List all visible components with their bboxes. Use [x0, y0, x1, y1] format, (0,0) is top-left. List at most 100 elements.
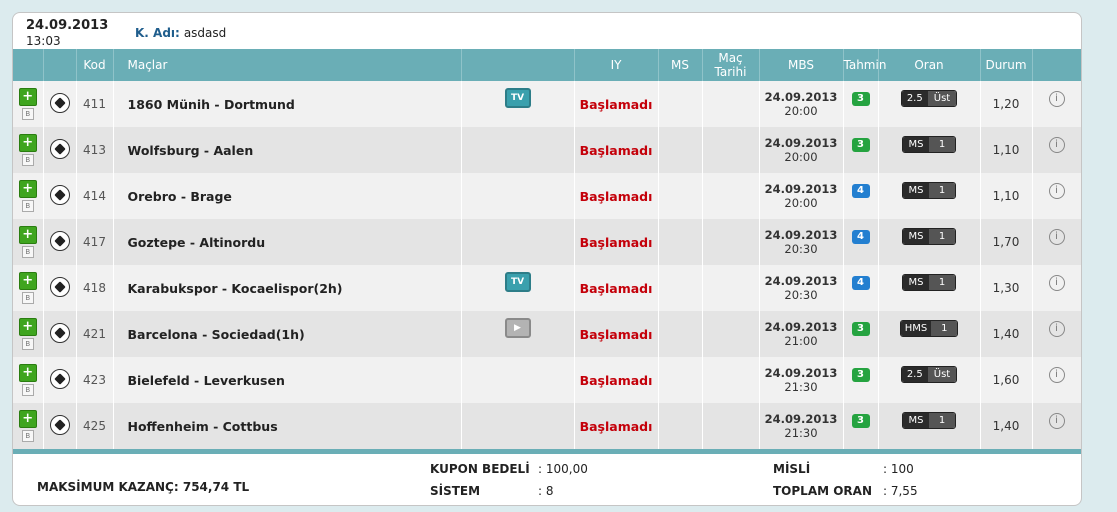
ms-cell: [702, 403, 760, 449]
coupon-panel: 24.09.2013 13:03 K. Adı: asdasd Kod Maçla…: [12, 12, 1082, 506]
col-add: [13, 49, 44, 81]
soccer-ball-icon: [49, 92, 70, 113]
plus-icon[interactable]: +: [18, 88, 37, 106]
prediction-badge: MS 1: [902, 135, 956, 153]
match-time: 21:30: [784, 380, 818, 394]
add-cell: + B: [13, 357, 44, 403]
b-icon[interactable]: B: [21, 154, 34, 166]
info-icon[interactable]: i: [1048, 136, 1065, 153]
b-icon[interactable]: B: [21, 384, 34, 396]
tv-icon[interactable]: TV: [504, 272, 531, 292]
plus-icon[interactable]: +: [18, 134, 37, 152]
table-row: + B 418 Karabukspor - Kocaelispor(2h) TV…: [13, 265, 1081, 311]
mbs-badge: 3: [851, 414, 870, 428]
prediction-cell: MS 1: [878, 173, 981, 219]
plus-icon[interactable]: +: [18, 226, 37, 244]
user-name: asdasd: [183, 26, 227, 40]
prediction-type: HMS: [900, 320, 932, 336]
add-cell: + B: [13, 265, 44, 311]
b-icon[interactable]: B: [21, 430, 34, 442]
match-datetime: 24.09.2013 20:30: [759, 219, 844, 265]
match-time: 20:30: [784, 288, 818, 302]
soccer-ball-icon: [49, 276, 70, 297]
col-ms[interactable]: MS: [658, 49, 703, 81]
ms-cell: [702, 265, 760, 311]
col-oran[interactable]: Oran: [878, 49, 981, 81]
durum-cell: i: [1032, 219, 1081, 265]
prediction-type: MS: [903, 412, 929, 428]
match-status: Başlamadı: [574, 173, 659, 219]
col-iy[interactable]: IY: [574, 49, 659, 81]
col-kod[interactable]: Kod: [76, 49, 114, 81]
b-icon[interactable]: B: [21, 108, 34, 120]
plus-icon[interactable]: +: [18, 410, 37, 428]
match-date: 24.09.2013: [764, 274, 838, 288]
match-name[interactable]: Hoffenheim - Cottbus: [113, 403, 462, 449]
match-datetime: 24.09.2013 21:30: [759, 403, 844, 449]
prediction-badge: 2.5 Üst: [900, 365, 958, 383]
match-date: 24.09.2013: [764, 366, 838, 380]
b-icon[interactable]: B: [21, 200, 34, 212]
durum-cell: i: [1032, 311, 1081, 357]
prediction-cell: HMS 1: [878, 311, 981, 357]
col-tahmin[interactable]: Tahmin: [843, 49, 886, 81]
b-icon[interactable]: B: [21, 338, 34, 350]
tv-cell: TV: [461, 81, 575, 127]
b-icon[interactable]: B: [21, 292, 34, 304]
info-icon[interactable]: i: [1048, 412, 1065, 429]
tv-icon[interactable]: ▶: [504, 318, 531, 338]
mbs-cell: 3: [843, 357, 879, 403]
match-name[interactable]: Wolfsburg - Aalen: [113, 127, 462, 173]
match-date: 24.09.2013: [764, 320, 838, 334]
prediction-badge: MS 1: [902, 411, 956, 429]
info-icon[interactable]: i: [1048, 90, 1065, 107]
mbs-cell: 3: [843, 81, 879, 127]
plus-icon[interactable]: +: [18, 272, 37, 290]
prediction-badge: MS 1: [902, 181, 956, 199]
tv-cell: [461, 403, 575, 449]
b-icon[interactable]: B: [21, 246, 34, 258]
durum-cell: i: [1032, 403, 1081, 449]
prediction-value: 1: [929, 136, 955, 152]
mbs-cell: 4: [843, 265, 879, 311]
info-icon[interactable]: i: [1048, 182, 1065, 199]
tv-cell: [461, 127, 575, 173]
add-cell: + B: [13, 219, 44, 265]
match-time: 20:00: [784, 104, 818, 118]
col-tarih[interactable]: Maç Tarihi: [702, 49, 760, 81]
match-date: 24.09.2013: [764, 182, 838, 196]
prediction-value: 1: [929, 274, 955, 290]
plus-icon[interactable]: +: [18, 318, 37, 336]
add-cell: + B: [13, 403, 44, 449]
info-icon[interactable]: i: [1048, 274, 1065, 291]
match-time: 20:30: [784, 242, 818, 256]
coupon-date: 24.09.2013: [26, 18, 109, 33]
col-mbs[interactable]: MBS: [759, 49, 844, 81]
match-date: 24.09.2013: [764, 412, 838, 426]
plus-icon[interactable]: +: [18, 364, 37, 382]
plus-icon[interactable]: +: [18, 180, 37, 198]
match-name[interactable]: Orebro - Brage: [113, 173, 462, 219]
match-name[interactable]: Goztepe - Altinordu: [113, 219, 462, 265]
matches-table: Kod Maçlar IY MS Maç Tarihi MBS Tahmin O…: [13, 49, 1081, 449]
info-icon[interactable]: i: [1048, 320, 1065, 337]
col-maclar[interactable]: Maçlar: [113, 49, 462, 81]
match-status: Başlamadı: [574, 265, 659, 311]
info-icon[interactable]: i: [1048, 366, 1065, 383]
iy-cell: [658, 311, 703, 357]
col-durum[interactable]: Durum: [980, 49, 1033, 81]
prediction-value: 1: [929, 228, 955, 244]
match-name[interactable]: Karabukspor - Kocaelispor(2h): [113, 265, 462, 311]
misli-label: MİSLİ: [773, 462, 811, 476]
match-name[interactable]: Bielefeld - Leverkusen: [113, 357, 462, 403]
iy-cell: [658, 403, 703, 449]
tv-cell: [461, 219, 575, 265]
prediction-cell: 2.5 Üst: [878, 357, 981, 403]
prediction-badge: MS 1: [902, 273, 956, 291]
info-icon[interactable]: i: [1048, 228, 1065, 245]
ms-cell: [702, 357, 760, 403]
tv-icon[interactable]: TV: [504, 88, 531, 108]
match-name[interactable]: Barcelona - Sociedad(1h): [113, 311, 462, 357]
max-win: MAKSİMUM KAZANÇ: 754,74 TL: [37, 480, 250, 494]
match-name[interactable]: 1860 Münih - Dortmund: [113, 81, 462, 127]
